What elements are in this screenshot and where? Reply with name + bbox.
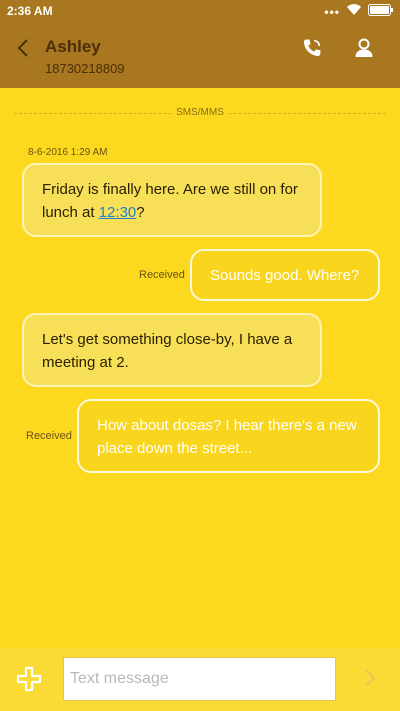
incoming-message-bubble[interactable]: Let's get something close-by, I have a m…: [22, 313, 322, 387]
phone-icon: [303, 39, 321, 57]
chevron-left-icon: [17, 39, 28, 57]
outgoing-message-bubble[interactable]: Sounds good. Where?: [190, 249, 380, 301]
status-icons: •••: [324, 4, 394, 20]
more-notifications-icon: •••: [324, 5, 340, 19]
back-button[interactable]: [14, 36, 34, 60]
channel-label: SMS/MMS: [0, 107, 400, 118]
delivery-status: Received: [139, 269, 185, 281]
contact-name[interactable]: Ashley: [45, 37, 101, 57]
wifi-icon: [346, 3, 362, 21]
send-button[interactable]: [361, 666, 379, 690]
status-bar: 2:36 AM •••: [0, 0, 400, 24]
message-text: Friday is finally here. Are we still on …: [42, 181, 298, 221]
call-button[interactable]: [300, 36, 324, 60]
contact-details-button[interactable]: [352, 36, 376, 60]
incoming-message-bubble[interactable]: Friday is finally here. Are we still on …: [22, 163, 322, 237]
plus-icon: [16, 666, 42, 692]
message-composer: [0, 648, 400, 711]
message-text-end: ?: [136, 204, 145, 221]
add-attachment-button[interactable]: [15, 665, 43, 693]
time-link[interactable]: 12:30: [99, 204, 137, 221]
message-timestamp: 8-6-2016 1:29 AM: [28, 147, 108, 158]
person-icon: [355, 38, 373, 57]
delivery-status: Received: [26, 430, 72, 442]
chevron-right-icon: [365, 669, 376, 687]
status-time: 2:36 AM: [7, 4, 53, 18]
outgoing-message-bubble[interactable]: How about dosas? I hear there's a new pl…: [77, 399, 380, 473]
contact-number: 18730218809: [45, 61, 125, 76]
battery-icon: [368, 3, 394, 21]
message-input[interactable]: [63, 657, 336, 701]
conversation-header: Ashley 18730218809: [0, 24, 400, 88]
